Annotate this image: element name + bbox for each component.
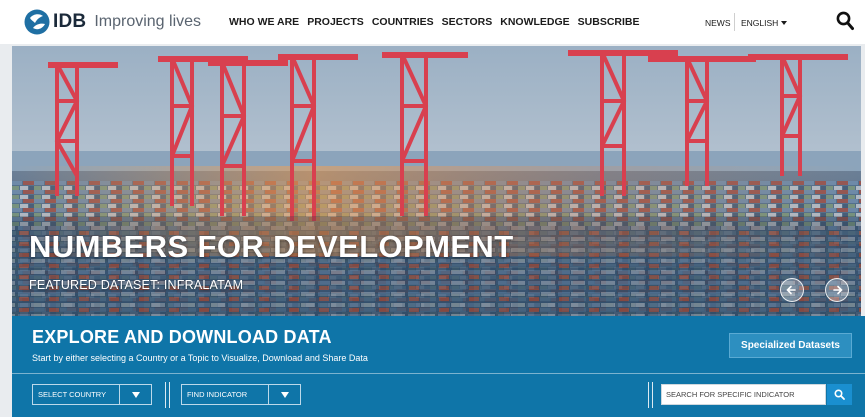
main-nav: WHO WE ARE PROJECTS COUNTRIES SECTORS KN…	[229, 16, 648, 28]
globe-logo-icon	[24, 9, 50, 35]
search-divider	[648, 382, 653, 408]
specialized-datasets-button[interactable]: Specialized Datasets	[729, 333, 852, 358]
chevron-right-icon	[833, 285, 843, 295]
country-select-label: SELECT COUNTRY	[38, 390, 107, 399]
triangle-down-icon	[280, 391, 289, 398]
site-header: IDB Improving lives WHO WE ARE PROJECTS …	[0, 0, 865, 44]
nav-subscribe[interactable]: SUBSCRIBE	[578, 16, 640, 28]
nav-sectors[interactable]: SECTORS	[442, 16, 493, 28]
triangle-down-icon	[131, 391, 140, 398]
indicator-search-button[interactable]	[827, 384, 852, 405]
country-select[interactable]: SELECT COUNTRY	[32, 384, 152, 405]
search-icon[interactable]	[836, 11, 854, 31]
carousel-next-button[interactable]	[825, 278, 849, 302]
hero-title: NUMBERS FOR DEVELOPMENT	[29, 229, 514, 264]
indicator-search-input[interactable]	[661, 384, 826, 405]
nav-who-we-are[interactable]: WHO WE ARE	[229, 16, 299, 28]
search-icon	[834, 389, 845, 400]
caret-down-icon	[781, 21, 788, 25]
logo-tagline: Improving lives	[94, 13, 202, 30]
idb-logo[interactable]: IDB Improving lives	[24, 9, 201, 35]
utility-divider	[734, 13, 735, 31]
news-link[interactable]: NEWS	[705, 18, 731, 28]
language-label: ENGLISH	[741, 18, 779, 28]
logo-text: IDB	[53, 11, 87, 32]
featured-dataset-link[interactable]: FEATURED DATASET: INFRALATAM	[29, 278, 243, 292]
country-select-toggle[interactable]	[119, 385, 151, 404]
explore-divider	[12, 373, 865, 374]
nav-projects[interactable]: PROJECTS	[307, 16, 364, 28]
explore-subtitle: Start by either selecting a Country or a…	[32, 353, 368, 363]
chevron-left-icon	[786, 285, 796, 295]
port-cranes-image	[12, 46, 861, 316]
explore-panel: EXPLORE AND DOWNLOAD DATA Start by eithe…	[12, 316, 865, 417]
explore-title: EXPLORE AND DOWNLOAD DATA	[32, 327, 332, 347]
carousel-prev-button[interactable]	[780, 278, 804, 302]
hero-banner: NUMBERS FOR DEVELOPMENT FEATURED DATASET…	[12, 46, 861, 316]
nav-countries[interactable]: COUNTRIES	[372, 16, 434, 28]
indicator-select-toggle[interactable]	[268, 385, 300, 404]
indicator-select[interactable]: FIND INDICATOR	[181, 384, 301, 405]
filter-divider	[165, 382, 170, 408]
language-selector[interactable]: ENGLISH	[741, 18, 788, 28]
indicator-select-label: FIND INDICATOR	[187, 390, 248, 399]
nav-knowledge[interactable]: KNOWLEDGE	[500, 16, 569, 28]
